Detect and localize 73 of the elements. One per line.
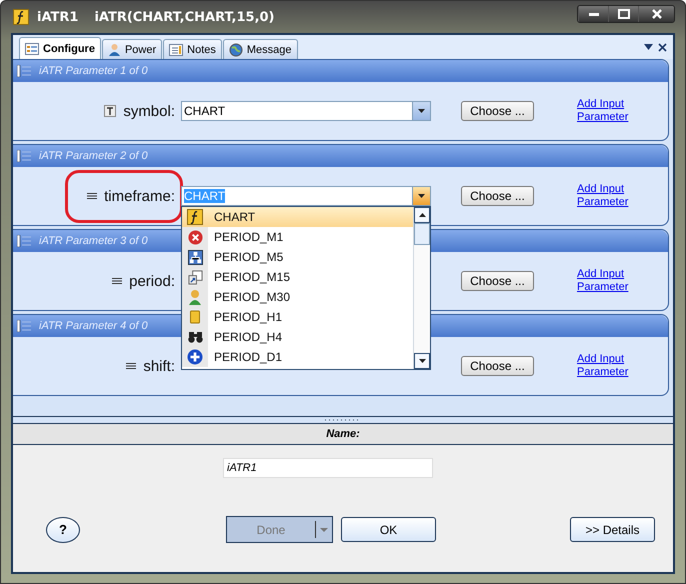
enum-icon [126,363,136,369]
globe-icon [228,42,243,56]
binoculars-icon [188,331,202,343]
list-icon [17,235,31,247]
maximize-icon [618,9,630,19]
panel-title: iATR Parameter 4 of 0 [39,320,148,332]
cylinder-icon [190,310,200,324]
dropdown-item[interactable]: PERIOD_D1 [182,347,413,367]
dropdown-icon[interactable] [644,44,653,50]
person-icon [108,43,121,56]
dropdown-item[interactable]: PERIOD_M30 [182,287,413,307]
choose-button[interactable]: Choose ... [461,186,534,206]
tab[interactable]: Configure [19,37,101,59]
list-icon [17,320,31,332]
scroll-thumb[interactable] [414,223,430,245]
scroll-up-icon [418,213,426,217]
name-field[interactable]: iATR1 [223,458,433,478]
add-input-parameter-link[interactable]: Add Input Parameter [577,353,637,379]
ok-button[interactable]: OK [341,517,436,542]
network-icon [188,250,202,264]
dropdown-item[interactable]: PERIOD_M5 [182,247,413,267]
notes-icon [169,44,184,56]
dropdown-item[interactable]: PERIOD_M1 [182,227,413,247]
dropdown-item[interactable]: CHART [182,207,413,227]
parameter-label: timeframe: [104,188,175,204]
form-icon [25,42,39,54]
caret-icon [418,194,425,198]
close-button[interactable] [638,6,674,22]
scrollbar[interactable] [413,207,430,369]
parameter-label: shift: [143,358,175,374]
list-icon [17,65,31,77]
minimize-icon [588,11,598,17]
maximize-button[interactable] [608,6,638,22]
add-input-parameter-link[interactable]: Add Input Parameter [577,183,637,209]
list-icon [17,150,31,162]
error-icon [188,230,202,244]
tab[interactable]: Message [222,39,298,59]
panel-title: iATR Parameter 3 of 0 [39,235,148,247]
splitter-grip-icon[interactable] [325,418,361,422]
minimize-button[interactable] [578,6,608,22]
close-icon[interactable] [658,42,667,52]
parameter-label: symbol: [123,102,175,120]
dropdown-item[interactable]: PERIOD_H4 [182,327,413,347]
window-title: iATR(CHART,CHART,15,0) [94,10,275,24]
close-icon [650,9,662,19]
scroll-down-icon [418,359,426,363]
text-type-icon [104,105,116,117]
details-button[interactable]: >> Details [570,517,655,542]
name-label: Name: [326,428,360,440]
choose-button[interactable]: Choose ... [461,356,534,376]
shortcut-icon [188,270,202,284]
caret-icon [320,528,328,532]
function-icon [13,9,29,25]
choose-button[interactable]: Choose ... [461,271,534,291]
tab[interactable]: Power [102,39,162,59]
caret-icon [418,109,425,113]
dropdown-item[interactable]: PERIOD_M15 [182,267,413,287]
add-input-parameter-link[interactable]: Add Input Parameter [577,98,637,124]
window-name: iATR1 [37,10,78,24]
combo-box[interactable]: CHART [181,101,431,121]
plus-icon [187,349,203,365]
dropdown-item[interactable]: PERIOD_H1 [182,307,413,327]
choose-button[interactable]: Choose ... [461,101,534,121]
panel-title: iATR Parameter 2 of 0 [39,150,148,162]
panel-title: iATR Parameter 1 of 0 [39,65,148,77]
add-input-parameter-link[interactable]: Add Input Parameter [577,268,637,294]
enum-icon [87,193,98,199]
help-button[interactable]: ? [46,516,80,542]
enum-icon [112,278,122,284]
parameter-label: period: [129,272,175,290]
person-icon [188,289,202,305]
tab[interactable]: Notes [163,39,222,59]
function-icon [187,209,203,225]
